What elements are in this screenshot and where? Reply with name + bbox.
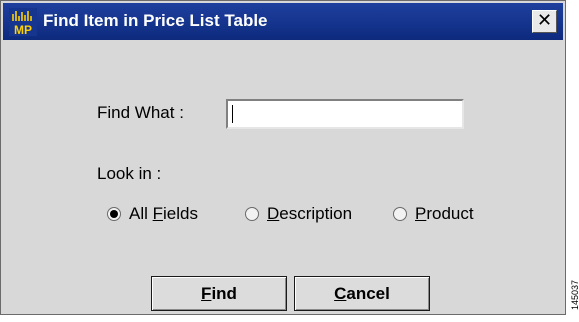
cancel-button[interactable]: Cancel: [294, 276, 430, 311]
radio-unchecked-icon[interactable]: [393, 207, 407, 221]
radio-description-label: Description: [267, 204, 353, 223]
app-logo-text: MP: [14, 23, 32, 36]
radio-description[interactable]: Description: [245, 203, 352, 225]
find-item-dialog: MP Find Item in Price List Table ✕ Find …: [0, 0, 566, 315]
radio-unchecked-icon[interactable]: [245, 207, 259, 221]
text-caret: [232, 105, 233, 123]
find-button[interactable]: Find: [151, 276, 287, 311]
radio-all-fields-label: All Fields: [129, 204, 198, 223]
radio-checked-icon[interactable]: [107, 207, 121, 221]
app-logo-icon: MP: [9, 8, 37, 36]
radio-product[interactable]: Product: [393, 203, 474, 225]
title-bar[interactable]: MP Find Item in Price List Table ✕: [3, 3, 563, 40]
cancel-button-label: Cancel: [334, 283, 390, 303]
find-what-input[interactable]: [226, 99, 464, 129]
find-button-label: Find: [201, 283, 237, 303]
look-in-label: Look in :: [97, 164, 162, 183]
radio-all-fields[interactable]: All Fields: [107, 203, 198, 225]
figure-id: 145037: [570, 279, 579, 310]
close-icon[interactable]: ✕: [537, 10, 552, 31]
radio-product-label: Product: [415, 204, 474, 223]
dialog-title: Find Item in Price List Table: [43, 11, 268, 30]
find-what-label: Find What :: [97, 103, 184, 122]
close-button[interactable]: ✕: [532, 10, 557, 33]
